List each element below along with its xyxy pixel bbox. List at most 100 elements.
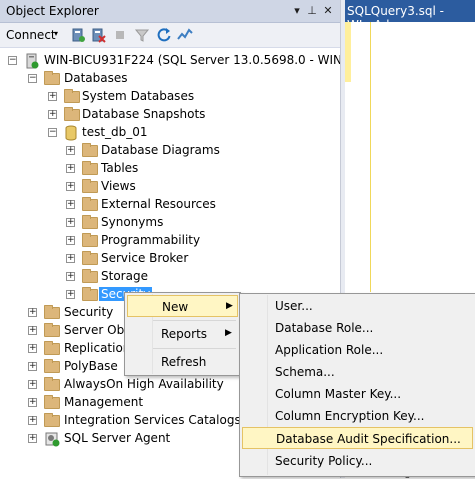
folder-icon — [44, 323, 60, 337]
tree-node-label: Service Broker — [101, 251, 189, 265]
menu-separator — [153, 348, 236, 349]
menu-item-label: Refresh — [161, 355, 207, 369]
tab-sqlquery3[interactable]: SQLQuery3.sql - WI...Ad — [345, 0, 475, 32]
expand-icon[interactable]: + — [28, 434, 37, 443]
object-explorer-title-bar: Object Explorer ▾ ⊥ ✕ — [0, 0, 340, 23]
server-icon — [26, 53, 39, 69]
expand-icon[interactable]: + — [66, 254, 75, 263]
menu-item-label: Security Policy... — [275, 454, 373, 468]
menu-item-refresh[interactable]: Refresh — [127, 351, 238, 373]
folder-icon — [82, 215, 98, 229]
menu-item-label: Schema... — [275, 365, 335, 379]
object-explorer-title: Object Explorer — [6, 4, 99, 18]
expand-icon[interactable]: + — [28, 398, 37, 407]
tree-node-label: Databases — [64, 71, 128, 85]
menu-item-user[interactable]: User... — [242, 295, 473, 317]
object-explorer-toolbar: Connect ▾ — [0, 23, 340, 48]
connect-object-explorer-icon[interactable] — [70, 27, 86, 43]
menu-item-application-role[interactable]: Application Role... — [242, 339, 473, 361]
expand-icon[interactable]: + — [28, 326, 37, 335]
collapse-icon[interactable]: − — [48, 128, 57, 137]
menu-item-reports[interactable]: Reports ▶ — [127, 323, 238, 345]
collapse-icon[interactable]: − — [28, 74, 37, 83]
tree-node-label: test_db_01 — [82, 125, 148, 139]
tree-node-label: Programmability — [101, 233, 201, 247]
database-icon — [65, 125, 77, 141]
menu-item-label: Reports — [161, 327, 208, 341]
tree-node-label: AlwaysOn High Availability — [64, 377, 224, 391]
auto-hide-pin-icon[interactable]: ⊥ — [305, 3, 319, 18]
folder-icon — [82, 287, 98, 301]
menu-item-schema[interactable]: Schema... — [242, 361, 473, 383]
connect-dropdown-icon[interactable]: ▾ — [54, 29, 58, 38]
filter-icon[interactable] — [134, 27, 150, 43]
refresh-icon[interactable] — [156, 27, 172, 43]
expand-icon[interactable]: + — [28, 380, 37, 389]
submenu-arrow-icon: ▶ — [225, 328, 232, 338]
menu-item-label: Application Role... — [275, 343, 384, 357]
menu-separator — [153, 320, 236, 321]
menu-item-label: Column Master Key... — [275, 387, 402, 401]
folder-icon — [44, 71, 60, 85]
menu-item-security-policy[interactable]: Security Policy... — [242, 450, 473, 472]
folder-icon — [82, 251, 98, 265]
tree-node-label: PolyBase — [64, 359, 118, 373]
collapse-icon[interactable]: − — [8, 56, 17, 65]
stop-icon[interactable] — [112, 27, 128, 43]
tree-node-label: Storage — [101, 269, 148, 283]
menu-item-column-encryption-key[interactable]: Column Encryption Key... — [242, 405, 473, 427]
expand-icon[interactable]: + — [28, 362, 37, 371]
tree-node-label: Integration Services Catalogs — [64, 413, 241, 427]
window-position-icon[interactable]: ▾ — [290, 3, 304, 18]
tree-node-label: SQL Server Agent — [64, 431, 171, 445]
new-submenu: User... Database Role... Application Rol… — [239, 293, 475, 477]
menu-item-column-master-key[interactable]: Column Master Key... — [242, 383, 473, 405]
change-indicator — [345, 22, 351, 82]
menu-item-label: Database Audit Specification... — [276, 432, 461, 446]
expand-icon[interactable]: + — [66, 164, 75, 173]
menu-item-label: Column Encryption Key... — [275, 409, 425, 423]
expand-icon[interactable]: + — [66, 182, 75, 191]
sql-agent-icon — [45, 432, 60, 447]
menu-item-database-audit-specification[interactable]: Database Audit Specification... — [242, 427, 473, 449]
tree-node-label: System Databases — [82, 89, 195, 103]
tree-node-label: External Resources — [101, 197, 216, 211]
folder-icon — [82, 179, 98, 193]
expand-icon[interactable]: + — [66, 290, 75, 299]
folder-icon — [64, 89, 80, 103]
tree-node-label: WIN-BICU931F224 (SQL Server 13.0.5698.0 … — [44, 53, 383, 67]
menu-item-label: User... — [275, 299, 313, 313]
expand-icon[interactable]: + — [48, 110, 57, 119]
menu-item-database-role[interactable]: Database Role... — [242, 317, 473, 339]
expand-icon[interactable]: + — [28, 416, 37, 425]
folder-icon — [82, 197, 98, 211]
tree-node-label: Tables — [101, 161, 139, 175]
expand-icon[interactable]: + — [66, 272, 75, 281]
tree-node-label: Replication — [64, 341, 131, 355]
close-icon[interactable]: ✕ — [321, 3, 335, 18]
expand-icon[interactable]: + — [66, 146, 75, 155]
folder-icon — [82, 269, 98, 283]
expand-icon[interactable]: + — [66, 218, 75, 227]
expand-icon[interactable]: + — [66, 200, 75, 209]
tree-node-label: Security — [64, 305, 114, 319]
expand-icon[interactable]: + — [28, 308, 37, 317]
menu-item-label: Database Role... — [275, 321, 374, 335]
editor-gutter-line — [370, 22, 371, 292]
expand-icon[interactable]: + — [48, 92, 57, 101]
folder-icon — [44, 395, 60, 409]
folder-icon — [64, 107, 80, 121]
tree-node-label: Views — [101, 179, 136, 193]
disconnect-icon[interactable] — [90, 27, 106, 43]
expand-icon[interactable]: + — [28, 344, 37, 353]
expand-icon[interactable]: + — [66, 236, 75, 245]
connect-button[interactable]: Connect — [6, 28, 56, 42]
menu-item-new[interactable]: New ▶ — [127, 295, 238, 317]
folder-icon — [44, 413, 60, 427]
folder-icon — [44, 341, 60, 355]
folder-icon — [82, 233, 98, 247]
activity-monitor-icon[interactable] — [177, 27, 193, 43]
tree-node-label: Management — [64, 395, 144, 409]
folder-icon — [82, 143, 98, 157]
context-menu: New ▶ Reports ▶ Refresh — [124, 292, 241, 376]
